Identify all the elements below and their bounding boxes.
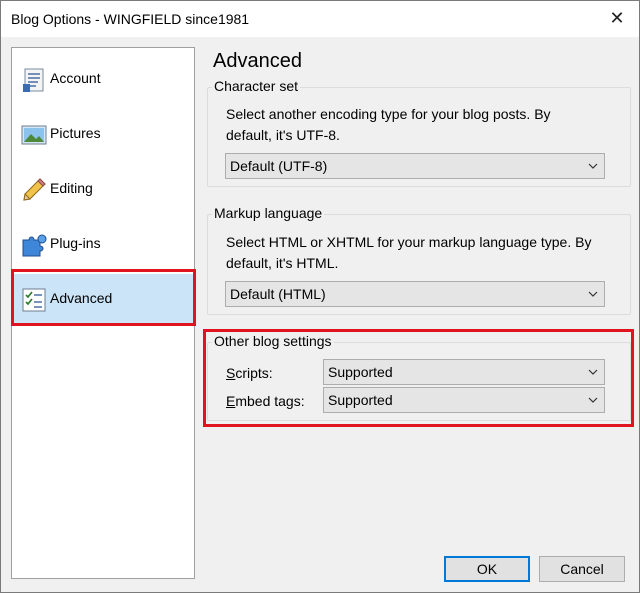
close-button[interactable]: ✕: [599, 3, 635, 33]
markup-language-value: Default (HTML): [230, 286, 326, 302]
sidebar-item-label: Account: [50, 70, 101, 86]
embed-tags-access-key: E: [226, 393, 236, 409]
scripts-select[interactable]: Supported: [323, 359, 605, 385]
embed-tags-label: Embed tags:: [226, 393, 305, 409]
embed-tags-label-text: mbed tags:: [235, 393, 305, 409]
sidebar-item-label: Pictures: [50, 125, 101, 141]
character-set-select[interactable]: Default (UTF-8): [225, 153, 605, 179]
window-title: Blog Options - WINGFIELD since1981: [11, 11, 250, 27]
markup-language-description: Select HTML or XHTML for your markup lan…: [226, 232, 591, 274]
sidebar-item-pictures[interactable]: Pictures: [14, 109, 194, 159]
page-title: Advanced: [213, 50, 302, 72]
chevron-down-icon: [588, 397, 598, 403]
sidebar-item-label: Advanced: [50, 290, 113, 306]
pictures-icon: [21, 125, 47, 145]
account-icon: [23, 68, 44, 92]
close-icon: ✕: [609, 7, 625, 28]
markup-language-description-line: Select HTML or XHTML for your markup lan…: [226, 234, 592, 250]
options-sidebar: Account Pictures Editing Plug-ins Advanc…: [11, 47, 195, 579]
sidebar-item-advanced[interactable]: Advanced: [14, 274, 194, 324]
chevron-down-icon: [588, 163, 598, 169]
other-blog-settings-label: Other blog settings: [212, 333, 334, 349]
sidebar-item-label: Editing: [50, 180, 93, 196]
scripts-label: Scripts:: [226, 365, 273, 381]
scripts-label-text: cripts:: [235, 365, 273, 381]
sidebar-item-account[interactable]: Account: [14, 54, 194, 104]
embed-tags-value: Supported: [328, 392, 393, 408]
scripts-value: Supported: [328, 364, 393, 380]
scripts-access-key: S: [226, 365, 236, 381]
cancel-button[interactable]: Cancel: [539, 556, 625, 582]
character-set-description-line: Select another encoding type for your bl…: [226, 106, 551, 122]
checklist-icon: [22, 288, 46, 312]
ok-button[interactable]: OK: [444, 556, 530, 582]
sidebar-item-plugins[interactable]: Plug-ins: [14, 219, 194, 269]
markup-language-select[interactable]: Default (HTML): [225, 281, 605, 307]
character-set-description: Select another encoding type for your bl…: [226, 104, 551, 146]
puzzle-icon: [22, 234, 47, 257]
character-set-value: Default (UTF-8): [230, 158, 328, 174]
title-bar: Blog Options - WINGFIELD since1981 ✕: [1, 1, 639, 37]
pencil-icon: [23, 178, 46, 201]
character-set-description-line: default, it's UTF-8.: [226, 127, 340, 143]
sidebar-item-editing[interactable]: Editing: [14, 164, 194, 214]
chevron-down-icon: [588, 291, 598, 297]
markup-language-description-line: default, it's HTML.: [226, 255, 339, 271]
character-set-label: Character set: [212, 78, 301, 94]
embed-tags-select[interactable]: Supported: [323, 387, 605, 413]
blog-options-dialog: Blog Options - WINGFIELD since1981 ✕ Acc…: [0, 0, 640, 593]
chevron-down-icon: [588, 369, 598, 375]
markup-language-label: Markup language: [212, 205, 325, 221]
sidebar-item-label: Plug-ins: [50, 235, 101, 251]
